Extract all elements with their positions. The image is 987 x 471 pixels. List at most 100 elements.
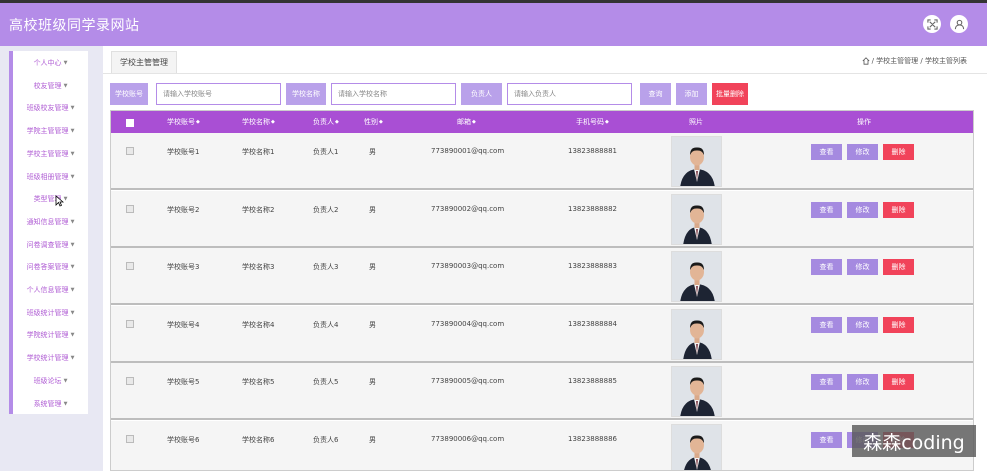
th-gender[interactable]: 性别 ◆: [364, 111, 383, 133]
sidebar-item-label: 学校统计管理: [26, 354, 69, 363]
fullscreen-icon[interactable]: [923, 15, 941, 33]
sidebar-item[interactable]: 学院主管管理 ▼: [13, 120, 88, 142]
sidebar: 个人中心 ▼ 校友管理 ▼ 班级校友管理 ▼ 学院主管管理 ▼ 学校主管管理 ▼ 班级相册管理 ▼ 类型…: [9, 51, 88, 414]
sidebar-item[interactable]: 通知信息管理 ▼: [13, 211, 88, 233]
row-checkbox[interactable]: [126, 319, 134, 328]
user-icon[interactable]: [950, 15, 968, 33]
sidebar-item[interactable]: 校友管理 ▼: [13, 75, 88, 97]
batch-delete-button[interactable]: 批量删除: [712, 83, 748, 105]
table-row[interactable]: 学校账号3 学校名称3 负责人3 男 773890003@qq.com 138238888…: [111, 248, 973, 306]
th-account-label: 学校账号: [167, 118, 195, 126]
chevron-down-icon: ▼: [63, 377, 68, 384]
sidebar-item[interactable]: 班级校友管理 ▼: [13, 97, 88, 119]
table-row[interactable]: 学校账号5 学校名称5 负责人5 男 773890005@qq.com 138238888…: [111, 363, 973, 421]
th-account[interactable]: 学校账号 ◆: [167, 111, 200, 133]
name-input[interactable]: [331, 83, 456, 105]
sidebar-item[interactable]: 个人信息管理 ▼: [13, 279, 88, 301]
sidebar-item[interactable]: 系统管理 ▼: [13, 393, 88, 415]
cell-name: 学校名称3: [242, 263, 275, 272]
cell-account: 学校账号5: [167, 378, 200, 387]
person-photo: [671, 251, 722, 303]
cell-phone: 13823888884: [568, 319, 617, 328]
table-row[interactable]: 学校账号4 学校名称4 负责人4 男 773890004@qq.com 138238888…: [111, 305, 973, 363]
person-photo: [671, 366, 722, 418]
th-person[interactable]: 负责人 ◆: [313, 111, 339, 133]
view-button[interactable]: 查看: [811, 144, 842, 160]
view-button[interactable]: 查看: [811, 432, 842, 448]
sidebar-item[interactable]: 班级统计管理 ▼: [13, 302, 88, 324]
th-actions: 操作: [857, 118, 871, 126]
sort-icon: ◆: [271, 119, 275, 125]
chevron-down-icon: ▼: [63, 60, 68, 66]
table-row[interactable]: 学校账号2 学校名称2 负责人2 男 773890002@qq.com 138238888…: [111, 190, 973, 248]
th-name[interactable]: 学校名称 ◆: [242, 111, 275, 133]
cell-phone: 13823888885: [568, 377, 617, 386]
table-row[interactable]: 学校账号1 学校名称1 负责人1 男 773890001@qq.com 138238888…: [111, 133, 973, 190]
add-button[interactable]: 添加: [676, 83, 707, 105]
th-gender-label: 性别: [364, 118, 378, 126]
table-row[interactable]: 学校账号6 学校名称6 负责人6 男 773890006@qq.com 138238888…: [111, 421, 973, 470]
sidebar-item[interactable]: 班级论坛 ▼: [13, 370, 88, 392]
sidebar-item[interactable]: 学校主管管理 ▼: [13, 143, 88, 165]
edit-button[interactable]: 修改: [847, 144, 878, 160]
row-checkbox[interactable]: [126, 147, 134, 155]
row-checkbox[interactable]: [126, 435, 134, 443]
chevron-down-icon: ▼: [70, 309, 75, 316]
sidebar-item[interactable]: 班级相册管理 ▼: [13, 166, 88, 188]
cell-gender: 男: [369, 378, 376, 387]
view-button[interactable]: 查看: [811, 316, 842, 333]
sidebar-item[interactable]: 问卷调查管理 ▼: [13, 234, 88, 256]
sort-icon: ◆: [472, 119, 476, 125]
sort-icon: ◆: [379, 119, 383, 125]
sidebar-item[interactable]: 学院统计管理 ▼: [13, 324, 88, 346]
cell-email: 773890003@qq.com: [431, 262, 505, 271]
view-button[interactable]: 查看: [811, 201, 842, 218]
home-icon[interactable]: [862, 57, 870, 65]
cell-account: 学校账号3: [167, 263, 200, 272]
sidebar-item[interactable]: 学校统计管理 ▼: [13, 347, 88, 369]
chevron-down-icon: ▼: [70, 241, 75, 248]
sidebar-item[interactable]: 类型管理 ▼: [13, 188, 88, 210]
cell-phone: 13823888882: [568, 204, 617, 213]
th-phone[interactable]: 手机号码 ◆: [576, 111, 609, 133]
sidebar-item-label: 班级论坛: [33, 376, 62, 385]
edit-button[interactable]: 修改: [847, 374, 878, 391]
sidebar-item-label: 校友管理: [33, 81, 62, 90]
delete-button[interactable]: 删除: [883, 201, 914, 218]
edit-button[interactable]: 修改: [847, 259, 878, 276]
view-button[interactable]: 查看: [811, 374, 842, 391]
sidebar-item-label: 班级校友管理: [26, 104, 69, 113]
row-checkbox[interactable]: [126, 377, 134, 386]
sort-icon: ◆: [605, 119, 609, 125]
person-input[interactable]: [507, 83, 632, 105]
tab-school-manager[interactable]: 学校主管管理: [111, 51, 177, 73]
select-all-checkbox[interactable]: [126, 119, 134, 127]
sidebar-item-label: 班级相册管理: [26, 172, 69, 181]
th-email-label: 邮箱: [457, 118, 471, 126]
cell-gender: 男: [369, 205, 376, 214]
cell-person: 负责人4: [313, 320, 339, 329]
delete-button[interactable]: 删除: [883, 374, 914, 391]
chevron-down-icon: ▼: [63, 196, 68, 203]
query-button[interactable]: 查询: [640, 83, 671, 105]
sidebar-item[interactable]: 问卷答案管理 ▼: [13, 256, 88, 278]
th-email[interactable]: 邮箱 ◆: [457, 111, 476, 133]
row-checkbox[interactable]: [126, 204, 134, 213]
table-header: 学校账号 ◆ 学校名称 ◆ 负责人 ◆ 性别 ◆ 邮箱 ◆ 手机号码 ◆ 照片 操作: [111, 111, 973, 133]
account-input[interactable]: [156, 83, 281, 105]
delete-button[interactable]: 删除: [883, 316, 914, 333]
delete-button[interactable]: 删除: [883, 144, 914, 160]
cell-gender: 男: [369, 148, 376, 156]
cell-email: 773890001@qq.com: [431, 147, 505, 155]
view-button[interactable]: 查看: [811, 259, 842, 276]
row-checkbox[interactable]: [126, 262, 134, 271]
sidebar-item[interactable]: 个人中心 ▼: [13, 52, 88, 74]
th-person-label: 负责人: [313, 118, 334, 126]
edit-button[interactable]: 修改: [847, 316, 878, 333]
cell-person: 负责人1: [313, 148, 339, 156]
chevron-down-icon: ▼: [70, 287, 75, 293]
delete-button[interactable]: 删除: [883, 259, 914, 276]
cell-person: 负责人3: [313, 263, 339, 272]
edit-button[interactable]: 修改: [847, 201, 878, 218]
th-photo: 照片: [689, 118, 703, 126]
